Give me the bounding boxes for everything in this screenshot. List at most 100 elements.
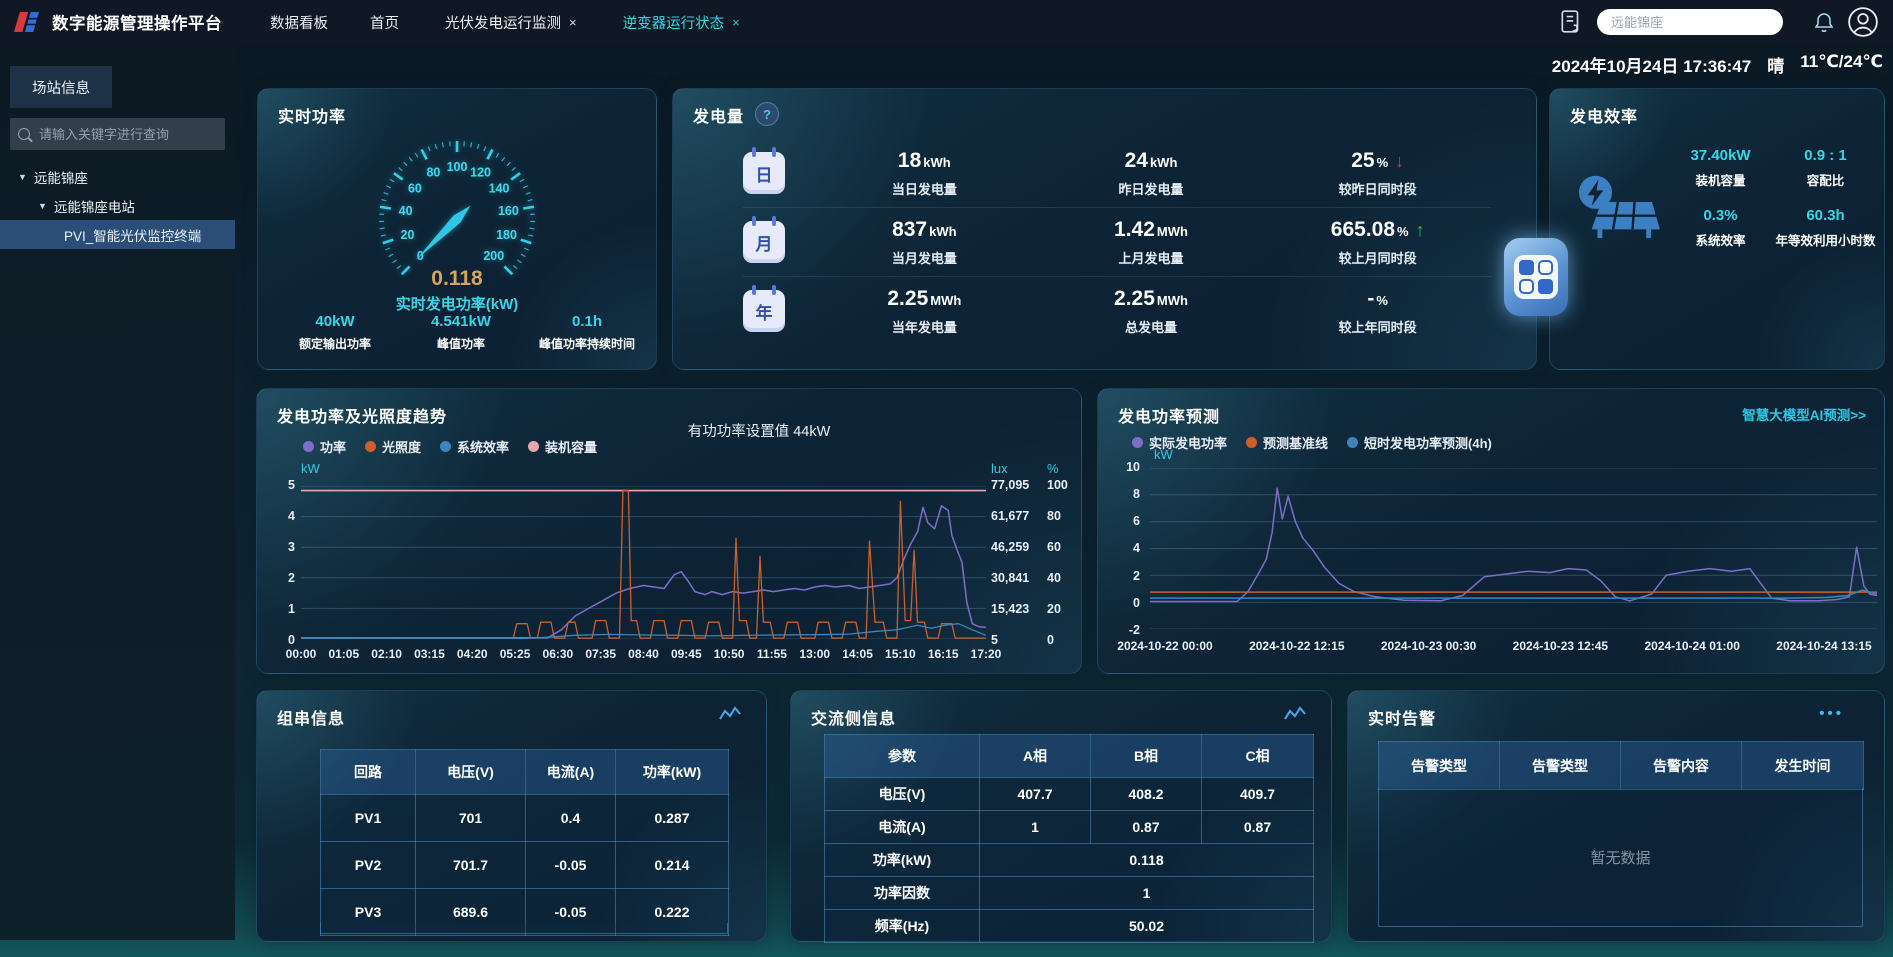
tab-label: 光伏发电运行监测 <box>445 12 561 33</box>
user-avatar[interactable] <box>1847 6 1879 38</box>
legend-item[interactable]: 功率 <box>303 437 346 456</box>
table-row[interactable]: 电流(A)1 0.870.87 <box>825 811 1314 844</box>
stat-value: 0.1h <box>524 313 650 330</box>
y-axis-name: kW <box>1154 447 1173 462</box>
col-header: 告警内容 <box>1621 742 1742 790</box>
caret-down-icon[interactable]: ▼ <box>18 172 27 182</box>
stat-installed-capacity: 37.40kW 装机容量 <box>1668 147 1773 189</box>
stat-capacity-ratio: 0.9 : 1 容配比 <box>1773 147 1878 189</box>
help-icon[interactable]: ? <box>755 102 779 126</box>
dashboard-page: 数字能源管理操作平台 数据看板 首页 光伏发电运行监测 × 逆变器运行状态 × <box>0 0 1893 957</box>
legend-label: 短时发电功率预测(4h) <box>1364 433 1492 452</box>
tab-pv-monitoring[interactable]: 光伏发电运行监测 × <box>445 12 577 33</box>
legend-item[interactable]: 系统效率 <box>440 437 509 456</box>
more-options-icon[interactable]: ••• <box>1819 705 1844 722</box>
axis-tick-label: 30,841 <box>991 571 1029 585</box>
alarm-table-header: 告警类型 告警类型 告警内容 发生时间 <box>1378 741 1864 790</box>
pct-axis-ticks: 100806040200 <box>1047 478 1077 647</box>
notification-bell-icon[interactable] <box>1813 11 1835 33</box>
line-chart-icon[interactable] <box>1283 705 1307 728</box>
tab-inverter-status[interactable]: 逆变器运行状态 × <box>623 12 740 33</box>
axis-tick-label: 77,095 <box>991 478 1029 492</box>
legend-label: 系统效率 <box>457 437 509 456</box>
card-title: 交流侧信息 <box>811 705 896 729</box>
axis-tick-label: 2024-10-22 00:00 <box>1117 639 1212 653</box>
caret-down-icon[interactable]: ▼ <box>38 201 47 211</box>
table-row[interactable]: 功率因数1 <box>825 877 1314 910</box>
navbar-right-group <box>1547 6 1879 38</box>
legend-item[interactable]: 实际发电功率 <box>1132 433 1227 452</box>
axis-tick-label: 15,423 <box>991 602 1029 616</box>
energy-stat: 2.25MWh 当年发电量 <box>811 287 1038 336</box>
axis-tick-label: 15:10 <box>885 647 916 661</box>
line-chart-icon[interactable] <box>718 705 742 728</box>
tree-item-plant[interactable]: ▼ 远能锦座电站 <box>0 191 235 220</box>
close-icon[interactable]: × <box>569 15 577 30</box>
gauge-stats: 40kW 额定输出功率 4.541kW 峰值功率 0.1h 峰值功率持续时间 <box>272 313 650 352</box>
tree-item-station-group[interactable]: ▼ 远能锦座 <box>0 162 235 191</box>
energy-stat: 2.25MWh 总发电量 <box>1038 287 1265 336</box>
svg-text:160: 160 <box>498 204 519 218</box>
legend-item[interactable]: 预测基准线 <box>1246 433 1328 452</box>
table-row[interactable]: PV2701.7 -0.050.214 <box>321 842 729 889</box>
legend-label: 装机容量 <box>545 437 597 456</box>
power-forecast-chart-card: 发电功率预测 智慧大模型AI预测>> 实际发电功率预测基准线短时发电功率预测(4… <box>1097 388 1885 674</box>
trend-up-icon: ↑ <box>1416 220 1425 240</box>
axis-tick-label: 4 <box>288 509 295 523</box>
trend-down-icon: ↓ <box>1395 151 1404 171</box>
line-chart-plot[interactable] <box>301 486 986 639</box>
sidebar-tab-station-info[interactable]: 场站信息 <box>10 66 112 108</box>
energy-row-day: 日 18kWh 当日发电量 24kWh 昨日发电量 25%↓ 较昨日同时段 <box>743 139 1491 208</box>
card-title: 实时告警 <box>1368 705 1436 729</box>
chart-legend: 实际发电功率预测基准线 短时发电功率预测(4h) <box>1132 433 1511 452</box>
svg-text:180: 180 <box>496 228 517 242</box>
col-header: 发生时间 <box>1742 742 1864 790</box>
close-icon[interactable]: × <box>732 15 740 30</box>
table-row[interactable]: 功率(kW)0.118 <box>825 844 1314 877</box>
stat-system-efficiency: 0.3% 系统效率 <box>1668 207 1773 249</box>
string-info-card: 组串信息 回路 电压(V) 电流(A) 功率(kW) PV1701 0.40.2… <box>256 690 767 942</box>
axis-tick-label: 05:25 <box>500 647 531 661</box>
efficiency-stats: 37.40kW 装机容量 0.9 : 1 容配比 0.3% 系统效率 60.3h… <box>1668 147 1878 249</box>
apps-launcher-button[interactable] <box>1504 238 1568 316</box>
axis-tick-label: 20 <box>1047 602 1061 616</box>
stat-label: 峰值功率持续时间 <box>524 335 650 352</box>
station-search-box[interactable] <box>1597 9 1783 35</box>
active-power-setting: 有功功率设置值 44kW <box>557 420 961 441</box>
legend-item[interactable]: 装机容量 <box>528 437 597 456</box>
right-axis-name-pct: % <box>1047 461 1059 476</box>
legend-dot-icon <box>528 441 539 452</box>
axis-tick-label: 5 <box>991 633 998 647</box>
ai-forecast-link[interactable]: 智慧大模型AI预测>> <box>1742 404 1866 424</box>
axis-tick-label: 80 <box>1047 509 1061 523</box>
chart-title: 发电功率及光照度趋势 <box>277 403 447 427</box>
axis-tick-label: 10 <box>1126 460 1140 474</box>
table-row[interactable]: 电压(V)407.7 408.2409.7 <box>825 778 1314 811</box>
x-axis-ticks: 00:0001:0502:1003:1504:2005:2506:3007:35… <box>257 647 1081 663</box>
tree-item-pv-terminal[interactable]: PVI_智能光伏监控终端 <box>0 220 235 249</box>
search-icon <box>18 128 30 140</box>
chart-legend: 功率光照度 系统效率 装机容量 <box>303 437 616 456</box>
sidebar-search-input[interactable] <box>37 126 217 143</box>
col-header: 回路 <box>321 750 416 795</box>
nav-item-databoard[interactable]: 数据看板 <box>270 12 328 33</box>
legend-label: 功率 <box>320 437 346 456</box>
app-title: 数字能源管理操作平台 <box>52 10 222 34</box>
report-document-icon[interactable] <box>1559 9 1583 35</box>
station-search-input[interactable] <box>1609 14 1771 31</box>
table-row[interactable]: PV1701 0.40.287 <box>321 795 729 842</box>
nav-item-home[interactable]: 首页 <box>370 12 399 33</box>
table-row[interactable]: 频率(Hz)50.02 <box>825 910 1314 943</box>
axis-tick-label: 2024-10-23 00:30 <box>1381 639 1476 653</box>
axis-tick-label: 2024-10-23 12:45 <box>1513 639 1608 653</box>
sidebar-search-box[interactable] <box>10 118 225 150</box>
status-bar: 2024年10月24日 17:36:47 晴 11℃/24℃ <box>1552 52 1883 77</box>
line-chart-plot[interactable] <box>1150 468 1877 629</box>
y-axis-name: kW <box>301 461 320 476</box>
axis-tick-label: 4 <box>1133 541 1140 555</box>
power-irradiance-chart-card: 发电功率及光照度趋势 有功功率设置值 44kW 功率光照度 系统效率 装机容量 kW… <box>256 388 1082 674</box>
legend-item[interactable]: 光照度 <box>365 437 421 456</box>
legend-item[interactable]: 短时发电功率预测(4h) <box>1347 433 1492 452</box>
right-axis-name-lux: lux <box>991 461 1008 476</box>
energy-stat: 24kWh 昨日发电量 <box>1038 149 1265 198</box>
